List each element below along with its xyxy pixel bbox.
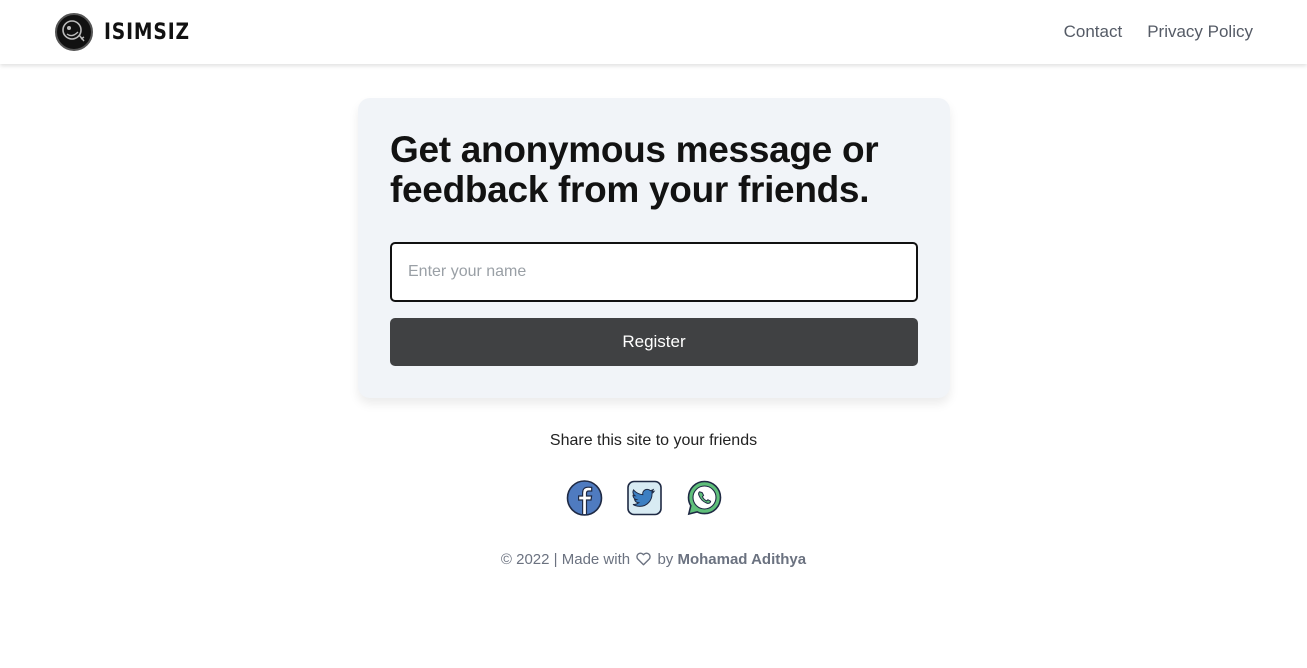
navbar: ISIMSIZ Contact Privacy Policy bbox=[0, 0, 1307, 64]
name-input[interactable] bbox=[390, 242, 918, 302]
register-button[interactable]: Register bbox=[390, 318, 918, 366]
whatsapp-icon[interactable] bbox=[686, 479, 723, 517]
nav-link-contact[interactable]: Contact bbox=[1064, 22, 1123, 42]
nav-links: Contact Privacy Policy bbox=[1064, 22, 1253, 42]
social-share-links bbox=[566, 479, 723, 517]
facebook-icon[interactable] bbox=[566, 479, 603, 517]
footer: © 2022 | Made with by Mohamad Adithya bbox=[0, 551, 1307, 570]
author-link[interactable]: Mohamad Adithya bbox=[677, 551, 806, 568]
logo-icon bbox=[55, 13, 93, 51]
page-title: Get anonymous message or feedback from y… bbox=[390, 129, 879, 210]
twitter-icon[interactable] bbox=[626, 479, 663, 517]
share-text: Share this site to your friends bbox=[549, 432, 758, 449]
nav-link-privacy-policy[interactable]: Privacy Policy bbox=[1147, 22, 1253, 42]
heart-icon bbox=[636, 552, 652, 570]
footer-by: by bbox=[657, 551, 674, 568]
brand-link[interactable]: ISIMSIZ bbox=[55, 13, 205, 51]
footer-copyright: © 2022 | Made with bbox=[500, 551, 631, 568]
brand-name: ISIMSIZ bbox=[104, 19, 190, 45]
register-card: Get anonymous message or feedback from y… bbox=[358, 98, 950, 398]
